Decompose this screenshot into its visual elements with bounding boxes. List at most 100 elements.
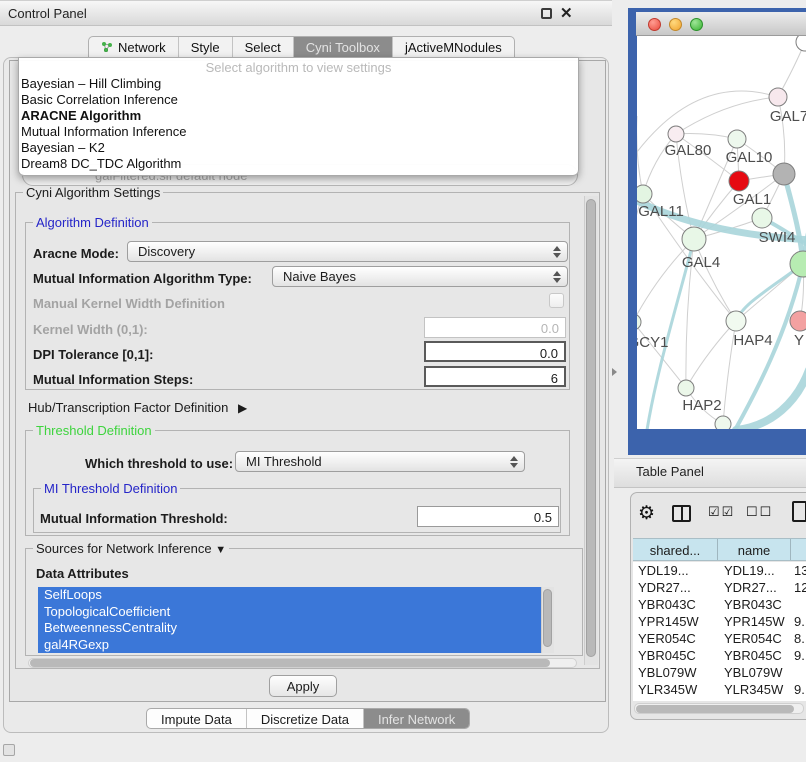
attribute-item-gal4rgexp[interactable]: gal4RGexp [38,637,551,654]
table-cell[interactable]: 12 [791,579,806,596]
attributes-vscrollbar-thumb[interactable] [543,589,552,647]
table-cell[interactable]: 9. [791,681,806,698]
table-row[interactable]: YBR045CYBR045C9. [633,647,806,664]
tab-network[interactable]: Network [89,37,179,57]
split-columns-icon[interactable] [672,505,691,522]
sources-group-title[interactable]: Sources for Network Inference ▼ [33,541,229,556]
new-table-icon[interactable] [792,501,806,522]
node-gal80[interactable] [668,126,684,142]
table-cell[interactable]: 9. [791,613,806,630]
attribute-item-topologicalcoefficient[interactable]: TopologicalCoefficient [38,604,551,621]
network-window-titlebar[interactable] [636,12,806,36]
table-cell[interactable]: YBR043C [718,596,791,613]
select-all-icon[interactable]: ☑☑ [708,504,735,520]
table-cell[interactable]: YLR345W [718,681,791,698]
tab-cyni-toolbox[interactable]: Cyni Toolbox [294,37,393,57]
gear-icon[interactable]: ⚙ [638,502,655,525]
table-cell[interactable]: YIL052C [718,698,791,701]
which-threshold-combo[interactable]: MI Threshold [235,451,525,472]
table-row[interactable]: YBL079WYBL079W [633,664,806,681]
table-cell[interactable]: 13 [791,562,806,579]
bottom-tab-impute-data[interactable]: Impute Data [147,709,247,728]
algorithm-option-basic-correlation-inference[interactable]: Basic Correlation Inference [19,92,578,108]
table-row[interactable]: YER054CYER054C8. [633,630,806,647]
table-cell[interactable] [791,664,806,681]
panel-grip-icon[interactable] [3,744,15,756]
close-icon[interactable]: ✕ [560,4,573,22]
aracne-mode-combo[interactable]: Discovery [127,241,568,262]
column-header-a[interactable]: A [791,539,806,560]
dpi-tolerance-input[interactable]: 0.0 [424,341,566,362]
table-cell[interactable]: 9 [791,698,806,701]
node-salmon[interactable] [790,311,806,331]
table-cell[interactable]: YPR145W [633,613,718,630]
bottom-tab-discretize-data[interactable]: Discretize Data [247,709,364,728]
table-hscrollbar-thumb[interactable] [636,705,794,713]
column-header-name[interactable]: name [718,539,791,560]
panel-divider-arrow-icon[interactable] [612,368,617,376]
table-cell[interactable]: YBL079W [633,664,718,681]
node-hap2[interactable] [678,380,694,396]
table-cell[interactable]: YPR145W [718,613,791,630]
table-row[interactable]: YDR27...YDR27...12 [633,579,806,596]
minimize-traffic-light-icon[interactable] [669,18,682,31]
table-cell[interactable]: YDR27... [633,579,718,596]
mi-type-combo[interactable]: Naive Bayes [272,266,568,287]
node-top-partial[interactable] [796,36,806,51]
table-row[interactable]: YBR043CYBR043C [633,596,806,613]
table-row[interactable]: YLR345WYLR345W9. [633,681,806,698]
node-hap4[interactable] [726,311,746,331]
manual-kernel-checkbox[interactable] [549,293,564,308]
node-gray[interactable] [773,163,795,185]
node-gcy1[interactable] [637,314,641,330]
table-cell[interactable]: 9. [791,647,806,664]
close-traffic-light-icon[interactable] [648,18,661,31]
algorithm-option-bayesian-hill-climbing[interactable]: Bayesian – Hill Climbing [19,76,578,92]
settings-vscrollbar-thumb[interactable] [586,199,596,657]
attribute-item-betweennesscentrality[interactable]: BetweennessCentrality [38,620,551,637]
table-cell[interactable]: YBR043C [633,596,718,613]
hub-definition-toggle[interactable]: Hub/Transcription Factor Definition ▶ [28,400,247,415]
attribute-item-selfloops[interactable]: SelfLoops [38,587,551,604]
table-cell[interactable]: YDR27... [718,579,791,596]
mi-threshold-input[interactable]: 0.5 [417,506,559,527]
node-gal11[interactable] [637,185,652,203]
table-cell[interactable]: YBR045C [633,647,718,664]
node-gal1[interactable] [729,171,749,191]
table-cell[interactable]: YBR045C [718,647,791,664]
table-row[interactable]: YPR145WYPR145W9. [633,613,806,630]
settings-hscrollbar-thumb[interactable] [30,659,550,667]
table-cell[interactable]: YBL079W [718,664,791,681]
node-bottom-partial[interactable] [715,416,731,429]
table-cell[interactable]: YLR345W [633,681,718,698]
tab-jactivemnodules[interactable]: jActiveMNodules [393,37,514,57]
tab-select[interactable]: Select [233,37,294,57]
node-gal7[interactable] [769,88,787,106]
tab-style[interactable]: Style [179,37,233,57]
table-cell[interactable]: YIL052C [633,698,718,701]
table-cell[interactable]: YDL19... [633,562,718,579]
table-cell[interactable]: 8. [791,630,806,647]
node-swi4[interactable] [752,208,772,228]
algorithm-option-aracne-algorithm[interactable]: ARACNE Algorithm [19,108,578,124]
node-gal10[interactable] [728,130,746,148]
table-cell[interactable]: YER054C [633,630,718,647]
table-row[interactable]: YDL19...YDL19...13 [633,562,806,579]
apply-button[interactable]: Apply [269,675,337,697]
network-canvas[interactable]: GAL7GAL80GAL10GAL1GAL11SWI4GAL4GCY1HAP4Y… [637,36,806,429]
float-window-icon[interactable] [541,8,552,19]
table-cell[interactable] [791,596,806,613]
deselect-all-icon[interactable]: ☐☐ [746,504,773,520]
table-cell[interactable]: YDL19... [718,562,791,579]
table-row[interactable]: YIL052CYIL052C9 [633,698,806,701]
column-header-shared[interactable]: shared... [633,539,718,560]
zoom-traffic-light-icon[interactable] [690,18,703,31]
bottom-tab-infer-network[interactable]: Infer Network [364,709,469,728]
mi-steps-input[interactable]: 6 [424,366,566,387]
algorithm-option-dream8-dc-tdc-algorithm[interactable]: Dream8 DC_TDC Algorithm [19,156,578,172]
node-gal4[interactable] [682,227,706,251]
algorithm-option-mutual-information-inference[interactable]: Mutual Information Inference [19,124,578,140]
algorithm-option-bayesian-k2[interactable]: Bayesian – K2 [19,140,578,156]
kernel-width-input[interactable]: 0.0 [424,317,566,338]
table-cell[interactable]: YER054C [718,630,791,647]
